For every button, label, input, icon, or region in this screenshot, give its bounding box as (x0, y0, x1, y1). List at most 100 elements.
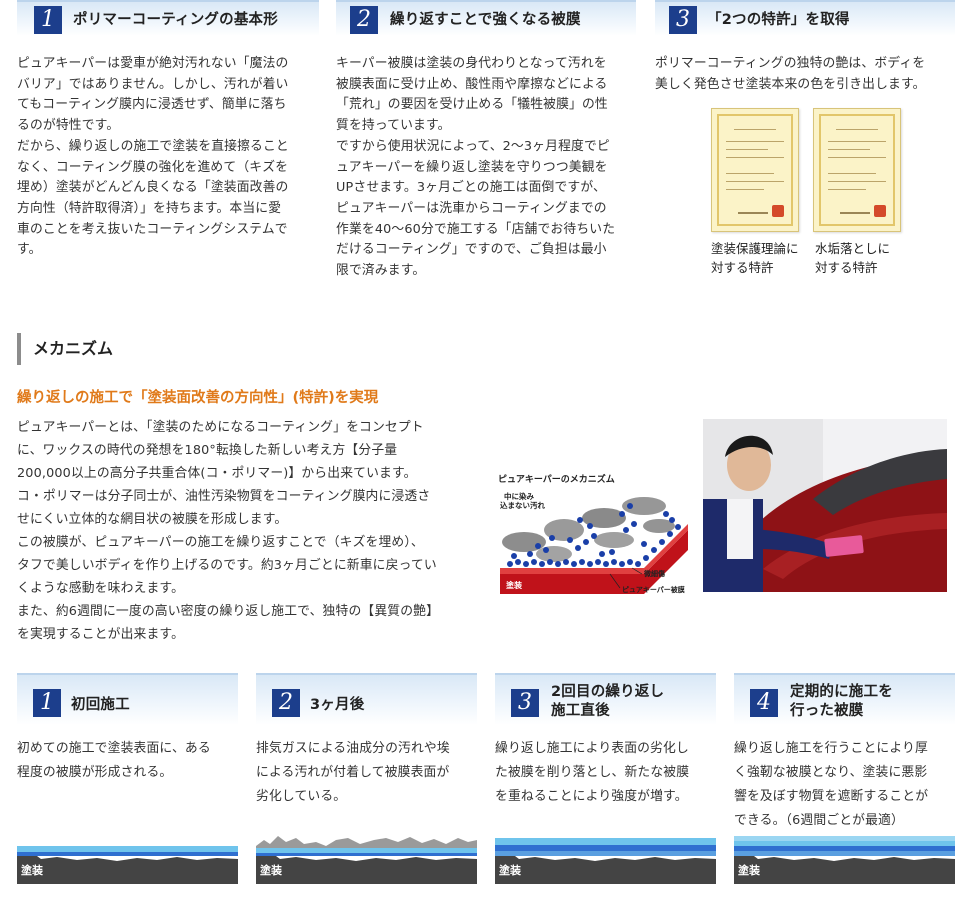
dirt-layer (256, 836, 477, 848)
certificate-caption: 水垢落としに 対する特許 (815, 239, 890, 277)
diagram-label-dirt: 中に染み (504, 491, 534, 501)
certificate-line (828, 181, 886, 182)
text-line: 方向性（特許取得済）」を持ちます。本当に愛 (17, 200, 282, 216)
text-line: に、ワックスの時代の発想を180°転換した新しい考え方【分子量 (17, 443, 398, 458)
step-3-body: 繰り返し施工により表面の劣化し た被膜を削り落とし、新たな被膜 を重ねることによ… (495, 737, 716, 809)
section-2-header: 2 繰り返すことで強くなる被膜 (336, 0, 636, 36)
layer-svg (495, 838, 716, 884)
text-line: るのが特性です。 (17, 118, 120, 134)
section-2-body: キーパー被膜は塗装の身代わりとなって汚れを 被膜表面に受け止め、酸性雨や摩擦など… (336, 54, 636, 282)
caption-line: 対する特許 (711, 260, 774, 275)
section-2-number: 2 (350, 6, 378, 34)
certificate-line (840, 212, 870, 214)
text-line: だから、繰り返しの施工で塗装を直接擦ること (17, 138, 289, 154)
text-line: だけるコーティング」ですので、ご負担は最小 (336, 242, 607, 258)
text-line: 繰り返し施工により表面の劣化し (495, 741, 689, 756)
seal-icon (772, 205, 784, 217)
coating-layer (17, 846, 238, 852)
text-line: た被膜を削り落とし、新たな被膜 (495, 765, 690, 780)
layer-svg (734, 836, 955, 884)
text-line: 響を及ぼす物質を遮断することが (734, 789, 929, 804)
step-4-number: 4 (750, 689, 778, 717)
diagram-label-film: ピュアキーパー被膜 (622, 585, 685, 594)
certificate-line (828, 189, 866, 190)
text-line: なく、コーティング膜の強化を進めて（キズを (17, 159, 289, 175)
text-line: この被膜が、ピュアキーパーの施工を繰り返すことで（キズを埋め）、 (17, 535, 424, 550)
text-line: 程度の被膜が形成される。 (17, 765, 173, 780)
text-line: ですから使用状況によって、2〜3ヶ月程度でピ (336, 138, 610, 154)
text-line: を重ねることにより強度が増す。 (495, 789, 688, 804)
mechanism-subheading: 繰り返しの施工で「塗装面改善の方向性」(特許)を実現 (17, 390, 379, 406)
step-2-title: 3ヶ月後 (310, 697, 365, 713)
certificate-line (734, 129, 776, 130)
text-line: 車のことを考え抜いたコーティングシステムで (17, 221, 288, 237)
step-1-title: 初回施工 (71, 697, 130, 713)
seal-icon (874, 205, 886, 217)
certificate-line (726, 189, 764, 190)
certificate-line (828, 157, 886, 158)
certificate-line (726, 157, 784, 158)
diagram-label-paint: 塗装 (506, 580, 522, 590)
paint-label: 塗装 (499, 864, 521, 877)
layer-svg (256, 836, 477, 884)
text-line: ピュアキーパーは愛車が絶対汚れない「魔法の (17, 56, 289, 71)
text-line: できる。（6週間ごとが最適） (734, 813, 904, 828)
step-2-layer-graphic: 塗装 (256, 834, 477, 884)
certificate-line (726, 141, 784, 142)
certificate-line (738, 212, 768, 214)
step-3-title-line: 施工直後 (551, 703, 610, 719)
step-3-header: 3 2回目の繰り返し 施工直後 (495, 673, 716, 725)
step-4-header: 4 定期的に施工を 行った被膜 (734, 673, 955, 725)
text-line: を実現することが出来ます。 (17, 627, 185, 642)
certificate-line (836, 129, 878, 130)
text-line: タフで美しいボディを作り上げるのです。約3ヶ月ごとに新車に戻ってい (17, 558, 437, 573)
text-line: 「荒れ」の要因を受け止める「犠牲被膜」の性 (336, 97, 608, 113)
coating-layer-mid (734, 846, 955, 851)
certificate-caption: 塗装保護理論に 対する特許 (711, 239, 799, 277)
text-line: 作業を40〜60分で施工する「店舗でお待ちいた (336, 221, 616, 237)
paint-label: 塗装 (21, 864, 43, 877)
section-3-number: 3 (669, 6, 697, 34)
text-line: ピュアキーパーは洗車からコーティングまでの (336, 200, 607, 216)
patent-certificate-image (711, 108, 799, 232)
text-line: 被膜表面に受け止め、酸性雨や摩擦などによる (336, 76, 608, 92)
patent-certificate-image (813, 108, 901, 232)
certificate-line (828, 173, 876, 174)
paint-layer (256, 856, 477, 884)
section-1-header: 1 ポリマーコーティングの基本形 (17, 0, 319, 36)
paint-layer (734, 856, 955, 884)
text-line: コ・ポリマーは分子同士が、油性汚染物質をコーティング膜内に浸透さ (17, 489, 431, 504)
text-line: 繰り返し施工を行うことにより厚 (734, 741, 928, 756)
caption-line: 水垢落としに (815, 241, 891, 256)
text-line: また、約6週間に一度の高い密度の繰り返し施工で、独特の【異質の艶】 (17, 604, 440, 619)
certificate-line (828, 149, 870, 150)
paint-label: 塗装 (738, 864, 760, 877)
text-line: くような感動を味わえます。 (17, 581, 185, 596)
mechanism-body: ピュアキーパーとは、「塗装のためになるコーティング」をコンセプト に、ワックスの… (17, 416, 479, 646)
dirt-blob (594, 532, 634, 548)
text-line: てもコーティング膜内に浸透せず、簡単に落ち (17, 97, 287, 113)
caption-line: 対する特許 (815, 260, 878, 275)
coating-layer-top (495, 838, 716, 845)
text-line: 限で済みます。 (336, 263, 426, 279)
step-2-number: 2 (272, 689, 300, 717)
text-line: す。 (17, 242, 42, 258)
step-3-title-line: 2回目の繰り返し (551, 684, 665, 700)
mechanism-heading: メカニズム (17, 333, 317, 365)
step-1-number: 1 (33, 689, 61, 717)
coating-layer-deep (17, 852, 238, 856)
car-polishing-photo (703, 419, 947, 592)
paint-label: 塗装 (260, 864, 282, 877)
coating-layer (734, 841, 955, 846)
step-1-body: 初めての施工で塗装表面に、ある 程度の被膜が形成される。 (17, 737, 238, 785)
certificate-line (726, 181, 784, 182)
section-2-title: 繰り返すことで強くなる被膜 (390, 12, 581, 28)
diagram-label-dirt: 込まない汚れ (500, 500, 545, 510)
section-3-title: 「2つの特許」を取得 (707, 12, 850, 28)
text-line: 初めての施工で塗装表面に、ある (17, 741, 211, 756)
step-2-body: 排気ガスによる油成分の汚れや埃 による汚れが付着して被膜表面が 劣化している。 (256, 737, 477, 809)
diagram-title: ピュアキーパーのメカニズム (498, 473, 615, 485)
section-1-title: ポリマーコーティングの基本形 (73, 12, 278, 28)
text-line: キーパー被膜は塗装の身代わりとなって汚れを (336, 56, 607, 71)
certificate-line (726, 149, 768, 150)
